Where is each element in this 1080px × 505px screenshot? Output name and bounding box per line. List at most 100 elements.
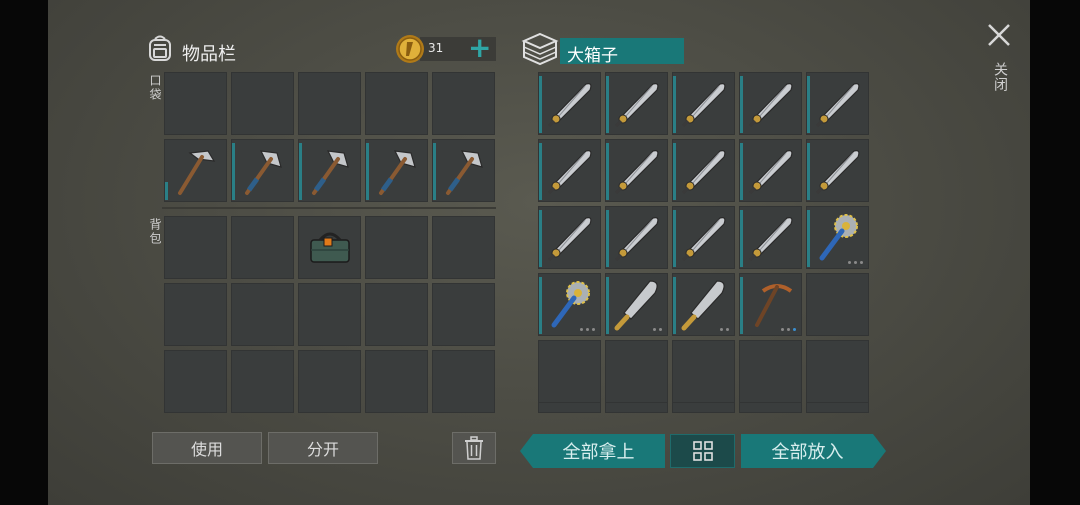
close-button[interactable]: 关闭 xyxy=(986,22,1012,102)
backpack-label: 背包 xyxy=(148,218,162,246)
chest-slot[interactable] xyxy=(605,139,668,202)
chest-slot[interactable] xyxy=(538,340,601,403)
backpack-slot[interactable] xyxy=(298,283,361,346)
backpack-slot[interactable] xyxy=(432,283,495,346)
add-coins-button[interactable]: + xyxy=(468,32,491,64)
sword-icon xyxy=(614,83,659,128)
chest-slot[interactable] xyxy=(739,402,802,413)
pocket-slot[interactable] xyxy=(298,72,361,135)
chest-slot[interactable] xyxy=(806,402,869,413)
machete-icon xyxy=(614,280,658,331)
coin-amount: 31 xyxy=(428,41,444,55)
close-icon[interactable] xyxy=(986,22,1012,48)
split-button[interactable]: 分开 xyxy=(268,432,378,464)
pocket-slot[interactable] xyxy=(164,72,227,135)
pocket-slot[interactable] xyxy=(365,139,428,202)
backpack-slot[interactable] xyxy=(432,350,495,413)
trash-icon xyxy=(465,436,483,460)
sword-icon xyxy=(614,217,659,262)
use-button[interactable]: 使用 xyxy=(152,432,262,464)
chest-slot[interactable] xyxy=(605,273,668,336)
chest-slot[interactable] xyxy=(672,139,735,202)
backpack-slot[interactable] xyxy=(365,350,428,413)
chest-slot[interactable] xyxy=(739,340,802,403)
take-all-label: 全部拿上 xyxy=(562,442,635,463)
sword-icon xyxy=(681,217,726,262)
trash-button[interactable] xyxy=(452,432,496,464)
sword-icon xyxy=(748,217,793,262)
item-tier-dots xyxy=(848,261,863,264)
chest-slot[interactable] xyxy=(739,72,802,135)
pocket-slot[interactable] xyxy=(432,72,495,135)
chest-slot[interactable] xyxy=(538,206,601,269)
chest-slot[interactable] xyxy=(672,402,735,413)
pocket-slot[interactable] xyxy=(432,139,495,202)
hatchet-icon xyxy=(379,150,416,195)
chest-slot[interactable] xyxy=(806,273,869,336)
put-all-label: 全部放入 xyxy=(771,442,844,463)
backpack-slot[interactable] xyxy=(298,216,361,279)
chest-slot[interactable] xyxy=(806,206,869,269)
chest-slot[interactable] xyxy=(538,72,601,135)
item-tier-dots xyxy=(781,328,796,331)
close-label: 关闭 xyxy=(992,62,1008,92)
sword-icon xyxy=(547,150,592,195)
chest-slot[interactable] xyxy=(739,273,802,336)
sword-icon xyxy=(748,83,793,128)
sword-icon xyxy=(547,217,592,262)
chest-slot[interactable] xyxy=(538,139,601,202)
machete-icon xyxy=(681,280,725,331)
take-all-button[interactable]: 全部拿上 xyxy=(520,434,665,468)
backpack-slot[interactable] xyxy=(365,216,428,279)
backpack-slot[interactable] xyxy=(231,350,294,413)
copper-pickaxe-icon xyxy=(755,284,793,327)
saw-mace-icon xyxy=(551,281,590,328)
pocket-slot[interactable] xyxy=(231,72,294,135)
pocket-slot[interactable] xyxy=(298,139,361,202)
sword-icon xyxy=(547,83,592,128)
chest-slot[interactable] xyxy=(605,206,668,269)
pocket-slot[interactable] xyxy=(164,139,227,202)
chest-slot[interactable] xyxy=(806,139,869,202)
grid-sort-icon xyxy=(692,441,713,461)
backpack-slot[interactable] xyxy=(231,216,294,279)
backpack-slot[interactable] xyxy=(298,350,361,413)
hatchet-icon xyxy=(312,150,349,195)
chest-slot[interactable] xyxy=(605,402,668,413)
iron-pickaxe-icon xyxy=(178,150,216,195)
sword-icon xyxy=(614,150,659,195)
chest-slot[interactable] xyxy=(605,340,668,403)
chest-slot[interactable] xyxy=(739,206,802,269)
chest-slot[interactable] xyxy=(605,72,668,135)
sword-icon xyxy=(681,150,726,195)
sword-icon xyxy=(815,83,860,128)
saw-mace-icon xyxy=(819,214,858,261)
chest-slot[interactable] xyxy=(672,72,735,135)
chest-slot[interactable] xyxy=(672,206,735,269)
pocket-slot[interactable] xyxy=(365,72,428,135)
left-letterbox xyxy=(0,0,48,505)
chest-slot[interactable] xyxy=(538,402,601,413)
item-tier-dots xyxy=(653,328,662,331)
chest-slot[interactable] xyxy=(739,139,802,202)
chest-slot[interactable] xyxy=(806,340,869,403)
chest-slot[interactable] xyxy=(538,273,601,336)
hatchet-icon xyxy=(245,150,282,195)
backpack-slot[interactable] xyxy=(164,216,227,279)
backpack-slot[interactable] xyxy=(164,350,227,413)
backpack-slot[interactable] xyxy=(365,283,428,346)
backpack-slot[interactable] xyxy=(231,283,294,346)
pocket-label: 口袋 xyxy=(148,74,162,102)
sort-button[interactable] xyxy=(670,434,735,468)
sword-icon xyxy=(815,150,860,195)
chest-slot[interactable] xyxy=(672,273,735,336)
put-all-button[interactable]: 全部放入 xyxy=(741,434,886,468)
backpack-slot[interactable] xyxy=(164,283,227,346)
backpack-slot[interactable] xyxy=(432,216,495,279)
right-letterbox xyxy=(1030,0,1080,505)
chest-slot[interactable] xyxy=(806,72,869,135)
item-tier-dots xyxy=(580,328,595,331)
chest-slot[interactable] xyxy=(672,340,735,403)
pocket-slot[interactable] xyxy=(231,139,294,202)
sword-icon xyxy=(748,150,793,195)
